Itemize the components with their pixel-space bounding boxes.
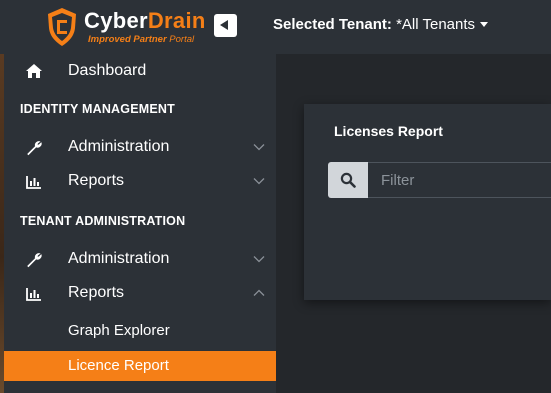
sidebar-item-label: Reports <box>68 172 125 189</box>
chevron-down-icon <box>253 256 265 263</box>
brand-name-part1: Cyber <box>84 8 148 33</box>
sidebar-item-label: Administration <box>68 138 170 155</box>
chevron-up-icon <box>253 289 265 296</box>
tagline-part1: Improved Partner <box>88 34 167 45</box>
top-header: CyberDrain Improved Partner Portal Selec… <box>0 0 551 54</box>
sidebar-item-identity-administration[interactable]: Administration <box>4 131 276 165</box>
brand-name: CyberDrain <box>84 8 206 34</box>
sidebar-item-tenant-reports[interactable]: Reports <box>4 277 276 311</box>
tenant-selector-label: Selected Tenant: <box>273 16 392 33</box>
card-title: Licenses Report <box>334 123 443 139</box>
sidebar-item-identity-reports[interactable]: Reports <box>4 165 276 199</box>
sidebar-item-label: Dashboard <box>68 62 147 79</box>
wrench-icon <box>27 141 42 156</box>
tagline-part2: Portal <box>166 34 195 45</box>
tenant-selector[interactable]: Selected Tenant: *All Tenants <box>273 16 489 33</box>
sidebar-toggle-button[interactable] <box>214 14 237 37</box>
main-content: Licenses Report <box>276 54 551 393</box>
sidebar-subitem-label: Licence Report <box>68 357 169 374</box>
licenses-report-card: Licenses Report <box>304 104 551 300</box>
filter-search-button[interactable] <box>328 162 368 198</box>
sidebar-subitem-graph-explorer[interactable]: Graph Explorer <box>4 316 276 346</box>
sidebar-subitem-label: Graph Explorer <box>68 322 170 339</box>
section-title-tenant-administration: TENANT ADMINISTRATION <box>20 214 186 228</box>
brand-name-part2: Drain <box>147 8 206 33</box>
sidebar-item-dashboard[interactable]: Dashboard <box>4 54 276 88</box>
chevron-down-icon <box>253 178 265 185</box>
home-icon <box>26 64 42 78</box>
search-icon <box>340 172 356 188</box>
filter-group <box>328 162 551 198</box>
chevron-down-icon <box>253 144 265 151</box>
sidebar-item-label: Administration <box>68 250 170 267</box>
sidebar-subitem-licence-report[interactable]: Licence Report <box>4 351 276 381</box>
caret-down-icon <box>480 21 489 27</box>
bar-chart-icon <box>26 176 41 189</box>
brand-tagline: Improved Partner Portal <box>88 34 194 45</box>
sidebar: Dashboard IDENTITY MANAGEMENT Administra… <box>4 54 276 393</box>
shield-logo-icon <box>48 8 76 46</box>
tenant-selector-value: *All Tenants <box>391 16 476 33</box>
sidebar-item-tenant-administration[interactable]: Administration <box>4 243 276 277</box>
sidebar-item-label: Reports <box>68 284 125 301</box>
bar-chart-icon <box>26 288 41 301</box>
cyberdrain-logo[interactable]: CyberDrain Improved Partner Portal <box>40 5 210 49</box>
section-title-identity-management: IDENTITY MANAGEMENT <box>20 102 175 116</box>
wrench-icon <box>27 253 42 268</box>
filter-input[interactable] <box>368 162 551 198</box>
